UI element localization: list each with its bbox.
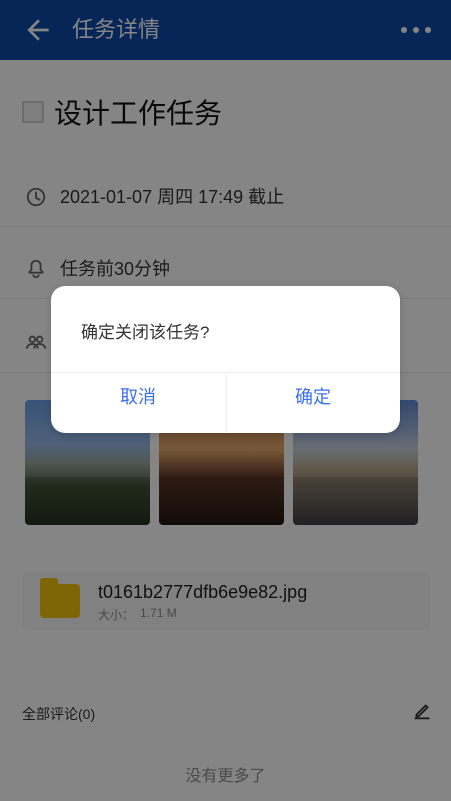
confirm-button[interactable]: 确定 bbox=[226, 384, 400, 410]
confirm-dialog: 确定关闭该任务? 取消 确定 bbox=[51, 286, 400, 433]
dialog-message: 确定关闭该任务? bbox=[81, 323, 210, 342]
cancel-button[interactable]: 取消 bbox=[51, 384, 225, 410]
